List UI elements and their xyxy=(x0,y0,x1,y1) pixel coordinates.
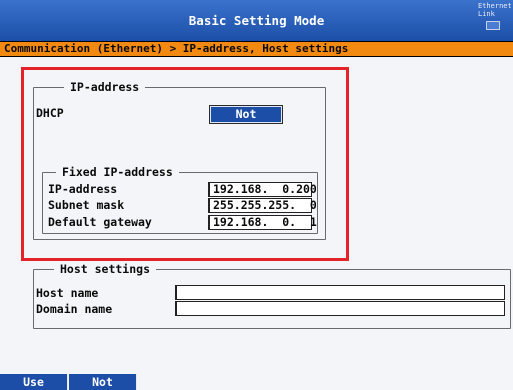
domain-name-label: Domain name xyxy=(36,302,113,316)
page-title: Basic Setting Mode xyxy=(188,13,325,28)
ethernet-status: Ethernet Link xyxy=(478,2,512,18)
title-bar: Basic Setting Mode Ethernet Link xyxy=(0,0,513,41)
host-name-field[interactable] xyxy=(175,285,505,300)
breadcrumb-bar: Communication (Ethernet) > IP-address, H… xyxy=(0,41,513,57)
domain-name-field[interactable] xyxy=(175,301,505,316)
ethernet-label: Ethernet xyxy=(478,2,512,10)
link-label: Link xyxy=(478,10,495,18)
host-settings-legend: Host settings xyxy=(54,262,157,276)
breadcrumb: Communication (Ethernet) > IP-address, H… xyxy=(4,42,349,55)
host-name-label: Host name xyxy=(36,286,99,300)
highlight-frame xyxy=(21,67,349,261)
use-soft-key[interactable]: Use xyxy=(0,374,68,390)
not-soft-key[interactable]: Not xyxy=(69,374,137,390)
link-indicator-icon xyxy=(486,21,500,30)
